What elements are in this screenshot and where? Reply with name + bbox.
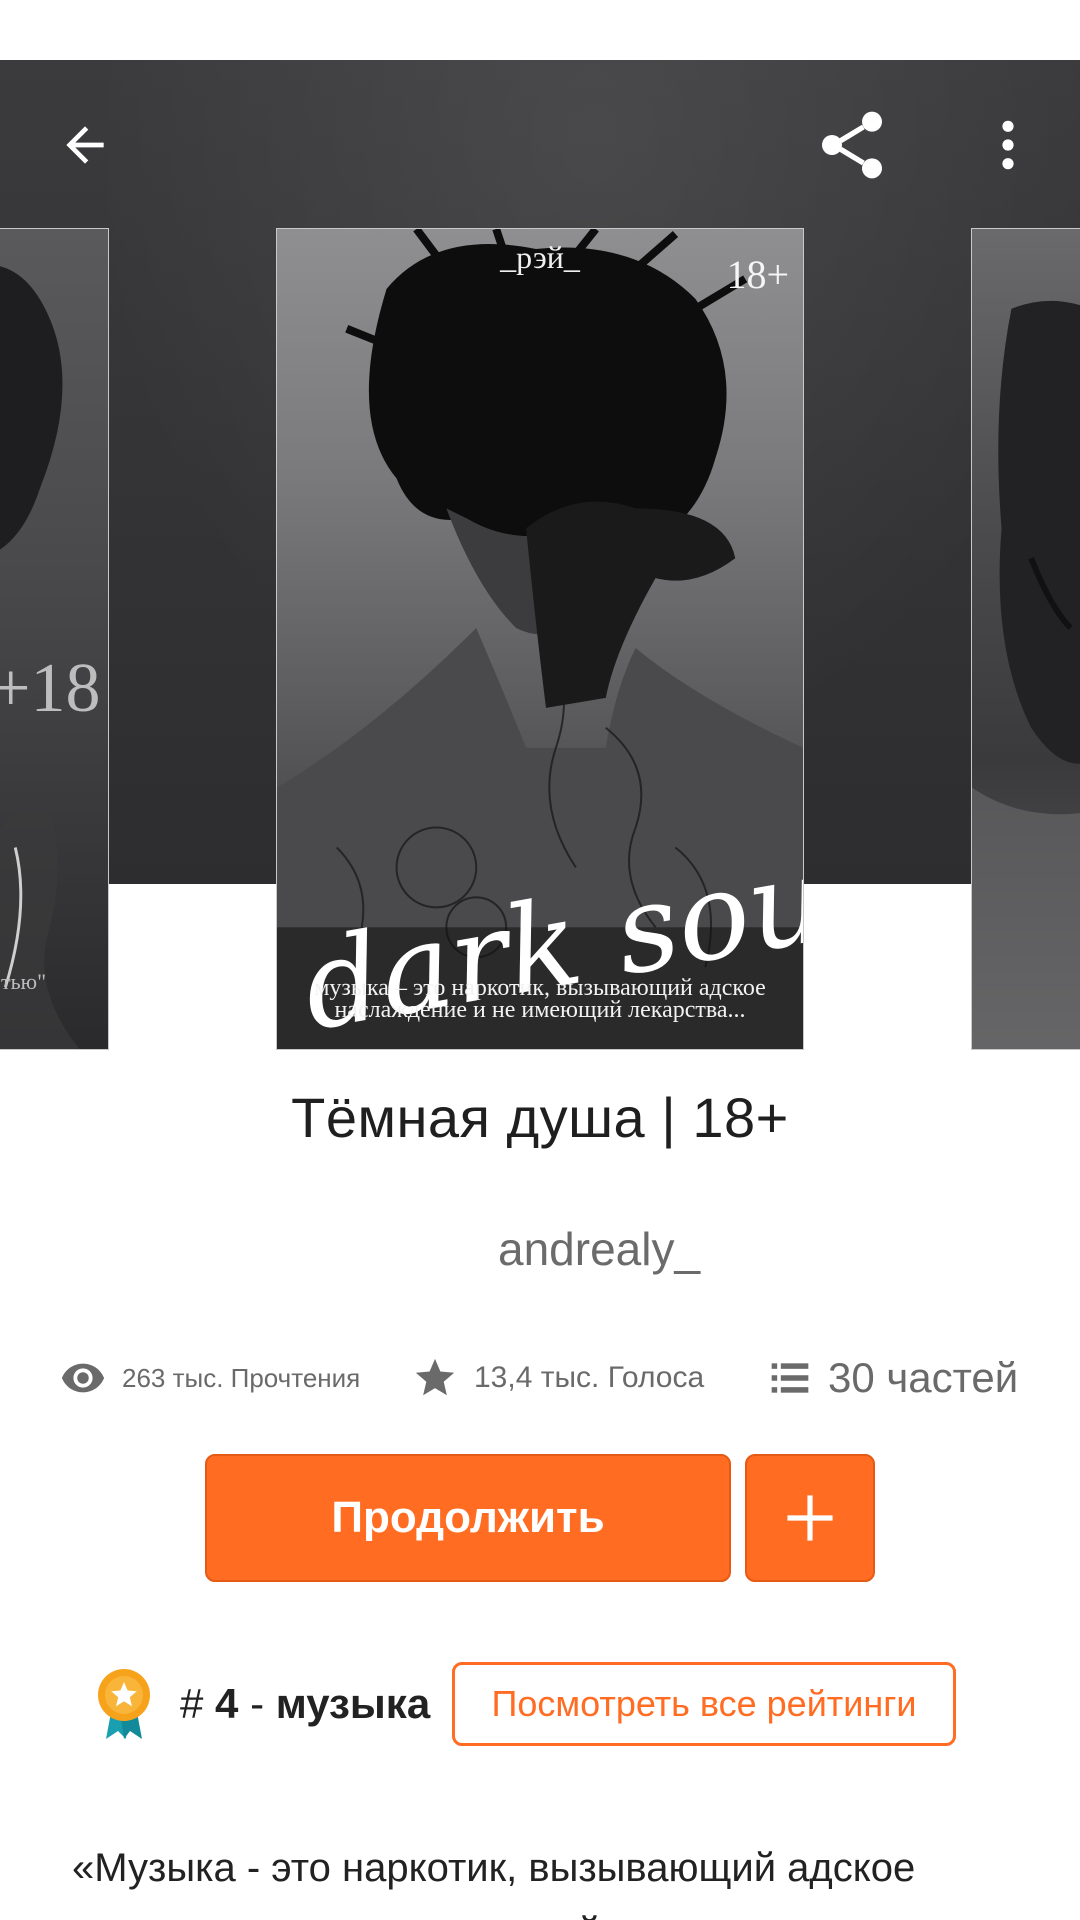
parts-count: 30 частей xyxy=(828,1354,1019,1401)
view-all-ratings-label: Посмотреть все рейтинги xyxy=(491,1683,917,1724)
cover-previous[interactable]: +18 тью" xyxy=(0,228,109,1050)
arrow-left-icon xyxy=(66,126,104,164)
ranking-number: 4 xyxy=(215,1680,239,1727)
continue-reading-label: Продолжить xyxy=(331,1493,605,1542)
story-title: Тёмная душа | 18+ xyxy=(291,1086,789,1149)
reads-stat: 263 тыс. Прочтения xyxy=(60,1350,360,1406)
back-button[interactable] xyxy=(40,100,130,190)
share-icon xyxy=(822,111,882,179)
reads-count: 263 тыс. Прочтения xyxy=(122,1362,361,1393)
cover-next[interactable] xyxy=(971,228,1080,1050)
cover-previous-quote: тью" xyxy=(1,969,47,994)
eye-icon xyxy=(61,1363,105,1393)
status-bar xyxy=(0,0,1080,60)
star-icon xyxy=(415,1358,455,1396)
cover-previous-art xyxy=(0,266,80,1049)
more-vertical-icon xyxy=(1002,120,1014,170)
ranking-label: # 4 - музыка xyxy=(180,1680,430,1728)
share-button[interactable] xyxy=(800,100,904,190)
add-to-library-button[interactable] xyxy=(745,1454,875,1582)
cover-main[interactable]: _рэй_ 18+ dark soul музыка – это наркоти… xyxy=(276,228,804,1050)
cover-tagline: музыка – это наркотик, вызывающий адское… xyxy=(314,975,766,1023)
list-icon xyxy=(771,1363,809,1393)
author-name[interactable]: andrealy_ xyxy=(498,1222,700,1276)
ranking-separator: - xyxy=(250,1680,265,1727)
story-description: «Музыка - это наркотик, вызывающий адско… xyxy=(72,1846,916,1920)
view-all-ratings-button[interactable]: Посмотреть все рейтинги xyxy=(452,1662,956,1746)
award-medal-icon xyxy=(98,1669,150,1739)
continue-reading-button[interactable]: Продолжить xyxy=(205,1454,731,1582)
cover-next-art xyxy=(972,300,1080,1049)
ranking-row: # 4 - музыка xyxy=(92,1662,430,1746)
parts-stat[interactable]: 30 частей xyxy=(768,1350,1018,1406)
plus-icon xyxy=(787,1495,833,1541)
cover-author-tag: _рэй_ xyxy=(500,239,580,275)
story-details-screen: +18 тью" _рэй_ 18+ dark soul музыка – эт… xyxy=(0,0,1080,1920)
cover-previous-age-label: +18 xyxy=(0,650,101,727)
cover-age-label: 18+ xyxy=(726,252,789,297)
votes-count: 13,4 тыс. Голоса xyxy=(474,1361,705,1394)
more-options-button[interactable] xyxy=(960,100,1056,190)
ranking-hash: # xyxy=(180,1680,204,1727)
ranking-category: музыка xyxy=(275,1680,431,1727)
votes-stat: 13,4 тыс. Голоса xyxy=(412,1350,704,1406)
